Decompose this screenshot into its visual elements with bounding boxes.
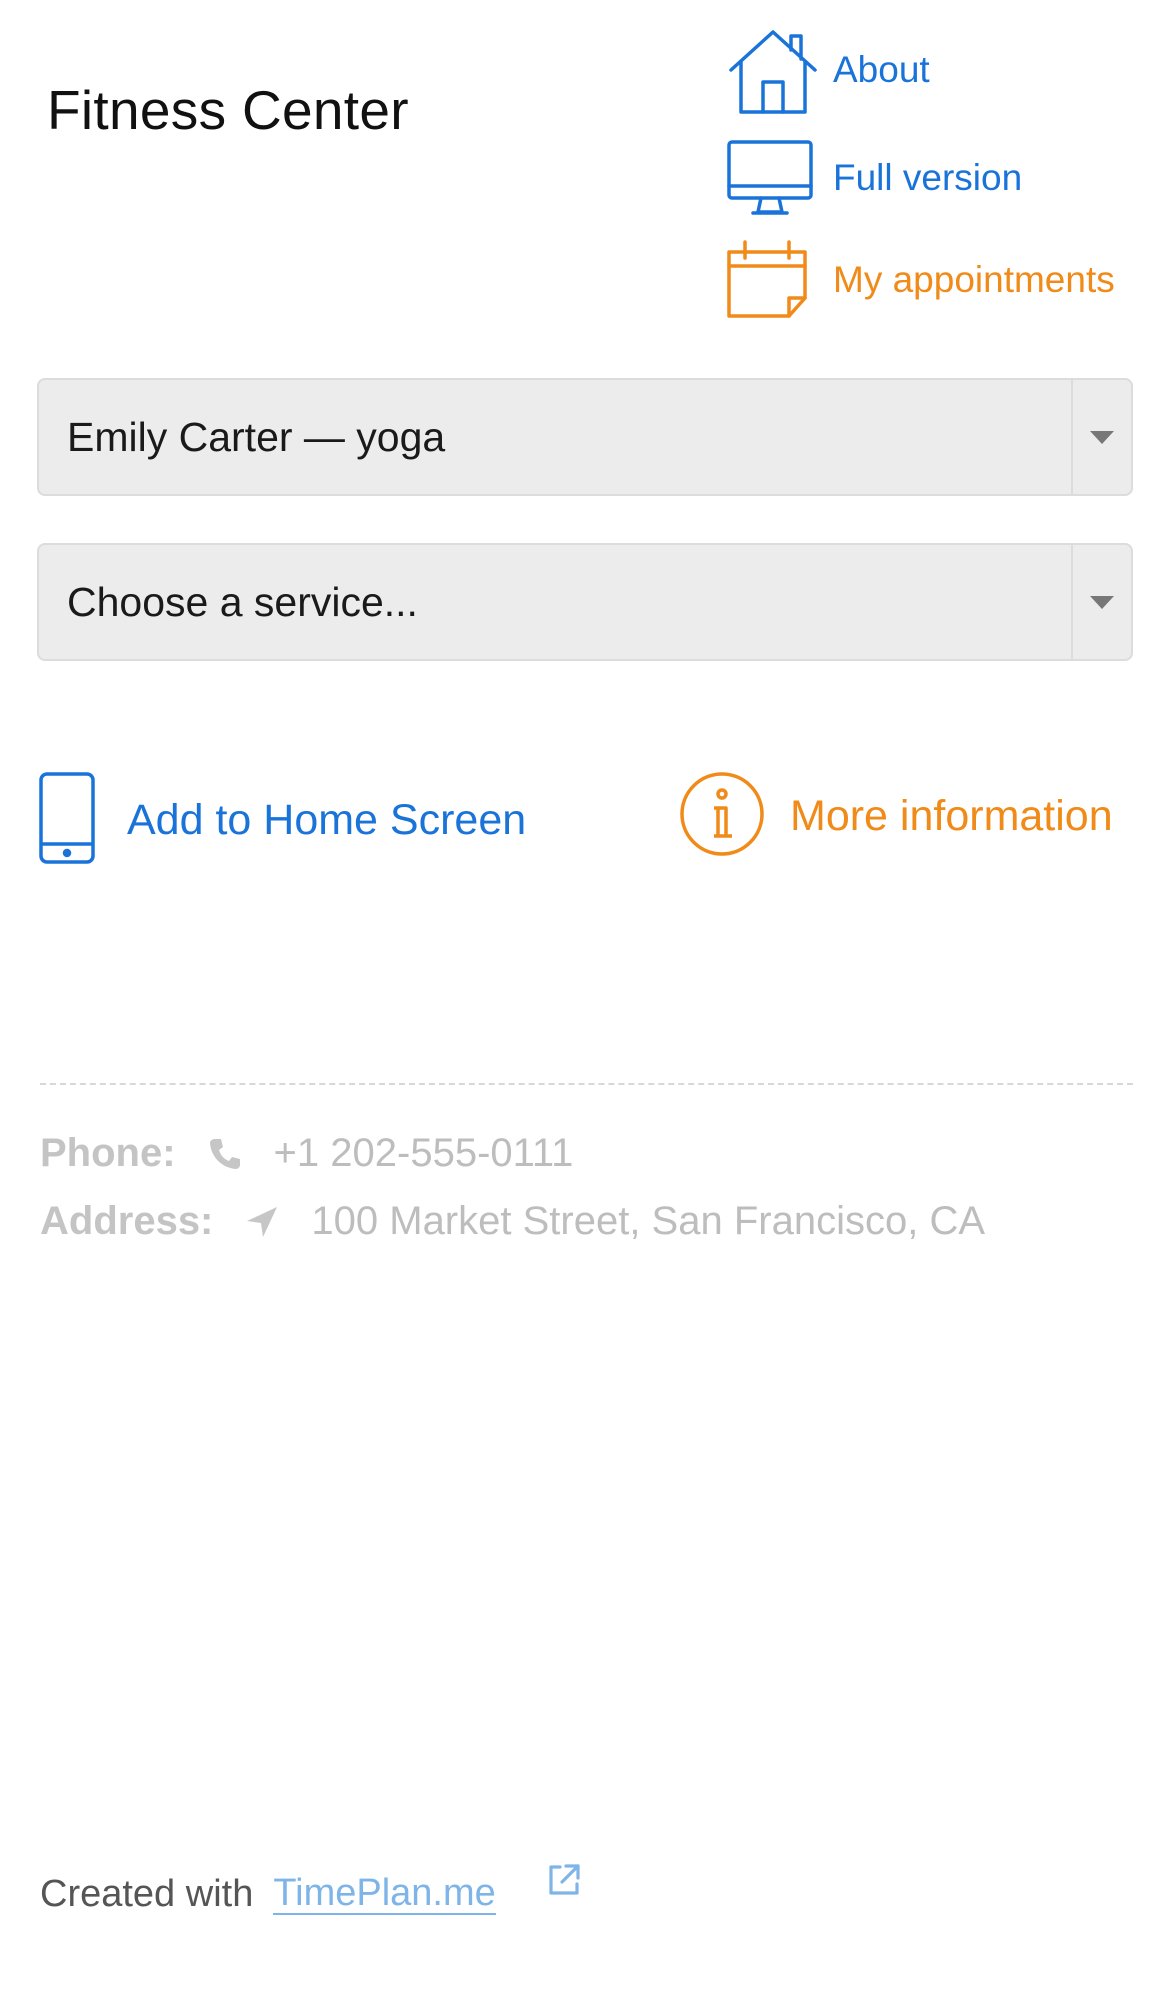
full-version-link[interactable]: Full version (725, 132, 1022, 224)
master-select-toggle[interactable] (1071, 380, 1131, 494)
add-to-home-screen-button[interactable]: Add to Home Screen (37, 770, 526, 871)
footer: Created with TimePlan.me (40, 1863, 582, 1916)
chevron-down-icon (1090, 430, 1114, 444)
phone-icon (202, 1136, 248, 1172)
my-appointments-label: My appointments (833, 259, 1115, 300)
monitor-icon (725, 132, 821, 224)
calendar-icon (725, 234, 821, 326)
page-title: Fitness Center (47, 79, 409, 141)
about-label: About (833, 49, 930, 90)
contact-address: Address: 100 Market Street, San Francisc… (40, 1199, 985, 1244)
contact-phone: Phone: +1 202-555-0111 (40, 1131, 573, 1176)
add-to-home-screen-label: Add to Home Screen (127, 796, 527, 844)
phone-label: Phone: (40, 1131, 176, 1175)
page: Fitness Center About Full version My app… (0, 0, 1170, 1992)
master-select[interactable]: Emily Carter — yoga (37, 378, 1133, 496)
house-icon (725, 24, 821, 116)
service-select-value: Choose a service... (67, 578, 418, 625)
divider (40, 1083, 1133, 1085)
address-value[interactable]: 100 Market Street, San Francisco, CA (311, 1199, 985, 1244)
more-information-button[interactable]: More information (678, 770, 1113, 863)
created-with-text: Created with (40, 1873, 254, 1915)
location-arrow-icon (239, 1204, 285, 1240)
info-icon (678, 770, 766, 863)
my-appointments-link[interactable]: My appointments (725, 234, 1115, 326)
service-select[interactable]: Choose a service... (37, 543, 1133, 661)
chevron-down-icon (1090, 595, 1114, 609)
master-select-value: Emily Carter — yoga (67, 413, 446, 460)
service-select-toggle[interactable] (1071, 545, 1131, 659)
phone-device-icon (37, 770, 97, 871)
phone-value[interactable]: +1 202-555-0111 (274, 1131, 574, 1176)
more-information-label: More information (790, 792, 1113, 840)
timeplan-link[interactable]: TimePlan.me (273, 1873, 496, 1916)
full-version-label: Full version (833, 157, 1023, 198)
external-link-icon[interactable] (546, 1862, 582, 1908)
about-link[interactable]: About (725, 24, 930, 116)
address-label: Address: (40, 1199, 214, 1243)
